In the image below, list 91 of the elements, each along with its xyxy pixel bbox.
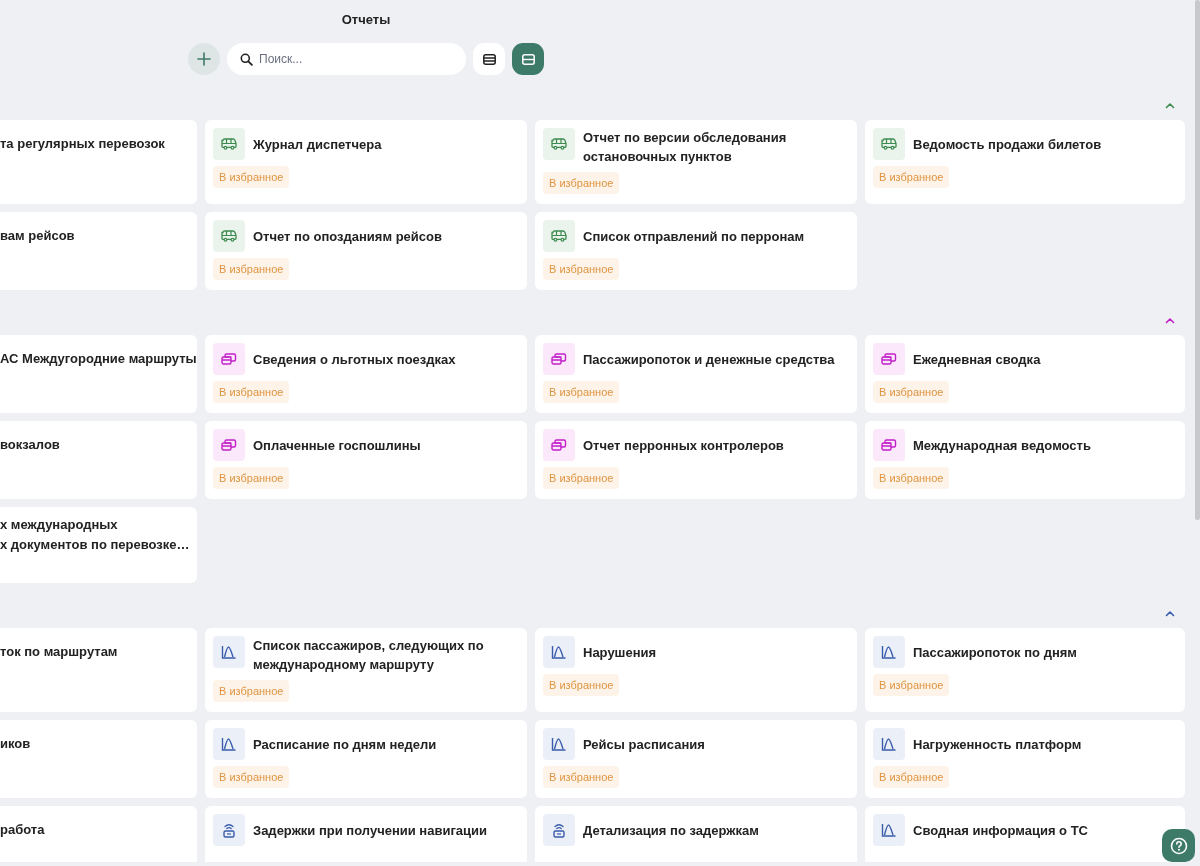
report-title: вокзалов <box>0 436 60 454</box>
coins-icon <box>213 429 245 461</box>
report-title: Рейсы расписания <box>583 735 705 754</box>
report-title: Нагруженность платформ <box>913 735 1082 754</box>
list-view-button[interactable] <box>473 43 505 75</box>
report-card[interactable]: Рейсы расписания В избранное <box>535 720 857 798</box>
chart-icon <box>543 728 575 760</box>
report-card[interactable]: работа <box>0 806 197 862</box>
report-card[interactable]: Ведомость продажи билетов В избранное <box>865 120 1185 204</box>
report-title: Сводная информация о ТС <box>913 821 1088 840</box>
report-card[interactable]: ток по маршрутам <box>0 628 197 712</box>
report-card[interactable]: Детализация по задержкам <box>535 806 857 862</box>
report-card[interactable]: Пассажиропоток и денежные средства В избранное <box>535 335 857 413</box>
search-field[interactable]: Поиск... <box>227 43 466 75</box>
report-title: Сведения о льготных поездках <box>253 350 456 369</box>
collapse-chevron-icon[interactable] <box>1165 101 1175 109</box>
report-title: Отчет по опозданиям рейсов <box>253 227 442 246</box>
report-card[interactable]: Расписание по дням недели В избранное <box>205 720 527 798</box>
antenna-icon <box>543 814 575 846</box>
bus-icon <box>213 128 245 160</box>
report-card[interactable]: Международная ведомость В избранное <box>865 421 1185 499</box>
report-title: Детализация по задержкам <box>583 821 759 840</box>
chart-icon <box>543 636 575 668</box>
report-title: Отчет по версии обследования остановочных пунктов <box>583 129 788 166</box>
scrollbar-thumb[interactable] <box>1195 0 1200 520</box>
report-card[interactable]: х международных х документов по перевозке… <box>0 507 197 583</box>
add-button[interactable] <box>188 43 220 75</box>
report-title: Международная ведомость <box>913 436 1091 455</box>
report-title: х международных х документов по перевозке… <box>0 516 190 554</box>
help-button[interactable] <box>1162 829 1195 862</box>
page-title: Отчеты <box>340 12 392 28</box>
search-icon <box>240 53 253 66</box>
report-title: Отчет перронных контролеров <box>583 436 784 455</box>
report-card[interactable]: Задержки при получении навигации <box>205 806 527 862</box>
report-card[interactable]: Список пассажиров, следующих по международному маршруту В избранное <box>205 628 527 712</box>
chart-icon <box>873 636 905 668</box>
coins-icon <box>543 429 575 461</box>
report-card[interactable]: вокзалов <box>0 421 197 499</box>
report-card[interactable]: Отчет по опозданиям рейсов В избранное <box>205 212 527 290</box>
report-title: Журнал диспетчера <box>253 135 382 154</box>
report-card[interactable]: Отчет по версии обследования остановочных пунктов В избранное <box>535 120 857 204</box>
chart-icon <box>213 636 245 668</box>
report-title: Пассажиропоток и денежные средства <box>583 350 835 369</box>
chart-icon <box>873 814 905 846</box>
report-title: вам рейсов <box>0 227 75 245</box>
report-card[interactable]: Сводная информация о ТС <box>865 806 1185 862</box>
report-card[interactable]: та регулярных перевозок <box>0 120 197 204</box>
report-title: иков <box>0 735 31 753</box>
report-title: Список пассажиров, следующих по международному маршруту <box>253 637 485 674</box>
report-card[interactable]: Сведения о льготных поездках В избранное <box>205 335 527 413</box>
report-title: Ведомость продажи билетов <box>913 135 1102 154</box>
antenna-icon <box>213 814 245 846</box>
card-layout-icon <box>521 53 535 65</box>
report-title: работа <box>0 821 45 839</box>
coins-icon <box>213 343 245 375</box>
bus-icon <box>543 128 575 160</box>
report-card[interactable]: Список отправлений по перронам В избранное <box>535 212 857 290</box>
report-title: Ежедневная сводка <box>913 350 1041 369</box>
report-title: та регулярных перевозок <box>0 135 165 153</box>
report-card[interactable]: Ежедневная сводка В избранное <box>865 335 1185 413</box>
list-icon <box>482 53 496 65</box>
card-view-button[interactable] <box>512 43 544 75</box>
report-title: Расписание по дням недели <box>253 735 437 754</box>
bus-icon <box>543 220 575 252</box>
bus-icon <box>213 220 245 252</box>
report-title: АС Междугородние маршруты <box>0 350 197 368</box>
report-card[interactable]: АС Междугородние маршруты <box>0 335 197 413</box>
report-title: Задержки при получении навигации <box>253 821 488 840</box>
report-title: Пассажиропоток по дням <box>913 643 1077 662</box>
report-card[interactable]: Журнал диспетчера В избранное <box>205 120 527 204</box>
report-title: Нарушения <box>583 643 657 662</box>
collapse-chevron-icon[interactable] <box>1165 316 1175 324</box>
report-card[interactable]: Отчет перронных контролеров В избранное <box>535 421 857 499</box>
report-title: Оплаченные госпошлины <box>253 436 421 455</box>
coins-icon <box>873 429 905 461</box>
report-title: ток по маршрутам <box>0 643 118 661</box>
coins-icon <box>543 343 575 375</box>
coins-icon <box>873 343 905 375</box>
report-card[interactable]: Нарушения В избранное <box>535 628 857 712</box>
bus-icon <box>873 128 905 160</box>
report-card[interactable]: Пассажиропоток по дням В избранное <box>865 628 1185 712</box>
report-card[interactable]: иков <box>0 720 197 798</box>
report-card[interactable]: вам рейсов <box>0 212 197 290</box>
chart-icon <box>213 728 245 760</box>
report-card[interactable]: Оплаченные госпошлины В избранное <box>205 421 527 499</box>
help-icon <box>1169 836 1188 855</box>
collapse-chevron-icon[interactable] <box>1165 609 1175 617</box>
report-card[interactable]: Нагруженность платформ В избранное <box>865 720 1185 798</box>
plus-icon <box>197 52 211 66</box>
report-title: Список отправлений по перронам <box>583 227 805 246</box>
chart-icon <box>873 728 905 760</box>
